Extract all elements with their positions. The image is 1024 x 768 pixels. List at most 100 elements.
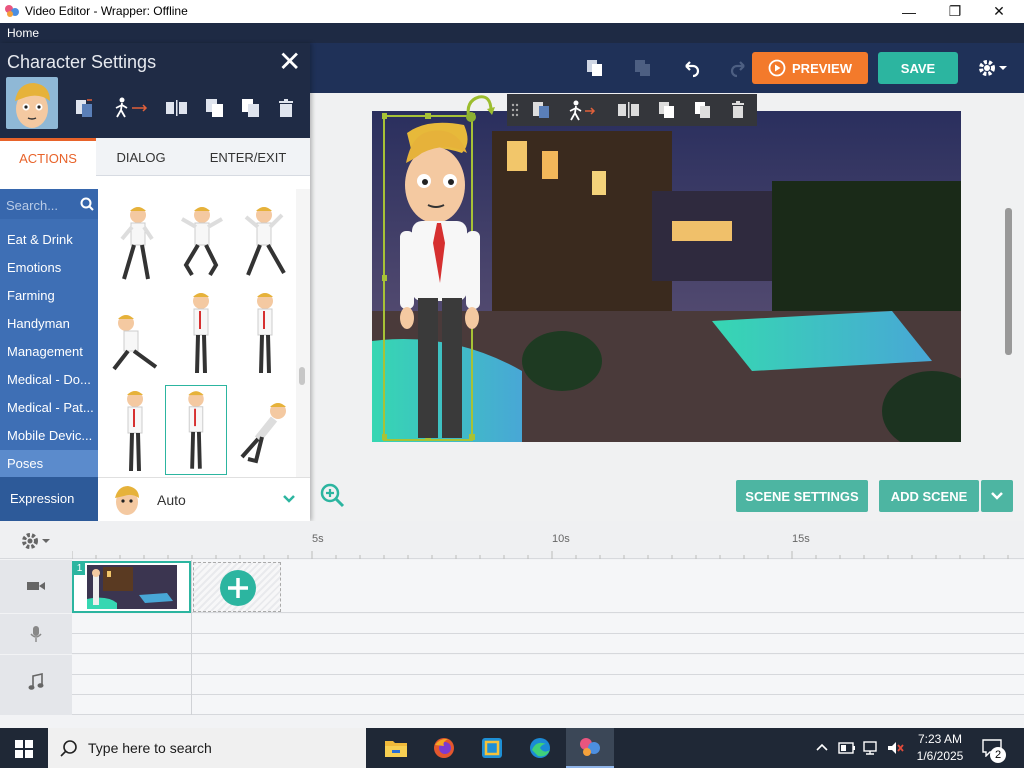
close-panel-button[interactable]: ✕ xyxy=(278,47,301,77)
add-scene-button[interactable]: ADD SCENE xyxy=(879,480,979,512)
timeline: 5s 10s 15s 1 xyxy=(0,521,1024,728)
add-scene-dropdown[interactable] xyxy=(981,480,1013,512)
voice-track-2 xyxy=(72,634,1024,654)
window-titlebar: Video Editor - Wrapper: Offline — ❐ ✕ xyxy=(0,0,1024,23)
tab-dialog[interactable]: DIALOG xyxy=(96,138,186,176)
layer-backward-icon[interactable] xyxy=(693,100,713,120)
selection-toolbar xyxy=(507,94,757,126)
pose-thumbnail[interactable] xyxy=(170,289,232,377)
volume-muted-icon[interactable] xyxy=(886,740,904,756)
layer-forward-icon[interactable] xyxy=(204,97,226,119)
expression-face-icon xyxy=(115,486,139,515)
scene-settings-button[interactable]: SCENE SETTINGS xyxy=(736,480,868,512)
category-item[interactable]: Farming xyxy=(0,282,98,310)
panel-header: Character Settings ✕ xyxy=(0,43,310,138)
character-settings-panel: Character Settings ✕ ACTIONS DIALOG ENTE… xyxy=(0,43,310,521)
notification-badge: 2 xyxy=(990,747,1006,763)
trash-icon[interactable] xyxy=(729,100,747,120)
preview-button[interactable]: PREVIEW xyxy=(752,52,868,84)
video-camera-icon xyxy=(27,582,45,590)
pose-thumbnail[interactable] xyxy=(234,289,296,377)
stage-vertical-scrollbar[interactable] xyxy=(1005,93,1019,521)
character-avatar[interactable] xyxy=(6,77,58,129)
menu-bar: Home xyxy=(0,23,1024,43)
pose-thumbnail[interactable] xyxy=(234,199,296,287)
category-item[interactable]: Management xyxy=(0,338,98,366)
menu-home[interactable]: Home xyxy=(7,26,39,40)
paste-icon[interactable] xyxy=(632,57,654,79)
zoom-in-icon[interactable] xyxy=(320,483,346,509)
scene-thumbnail xyxy=(87,565,177,609)
undo-icon[interactable] xyxy=(680,57,702,79)
panel-title: Character Settings xyxy=(7,52,157,72)
trash-icon[interactable] xyxy=(275,97,297,119)
chevron-down-icon xyxy=(991,492,1003,500)
search-icon xyxy=(60,740,77,757)
redo-icon[interactable] xyxy=(728,57,750,79)
chevron-down-icon[interactable] xyxy=(998,57,1008,79)
flip-icon[interactable] xyxy=(617,100,639,120)
walk-motion-icon[interactable] xyxy=(112,97,152,119)
category-item[interactable]: Eat & Drink xyxy=(0,226,98,254)
layer-backward-icon[interactable] xyxy=(240,97,262,119)
maximize-button[interactable]: ❐ xyxy=(932,0,978,23)
category-item[interactable]: Medical - Do... xyxy=(0,366,98,394)
swap-character-icon[interactable] xyxy=(74,97,96,119)
category-item[interactable]: Handyman xyxy=(0,310,98,338)
tick-label: 5s xyxy=(312,533,324,545)
pose-grid-scrollbar[interactable] xyxy=(296,189,310,477)
character-face-icon xyxy=(15,83,50,128)
scene-clip[interactable]: 1 xyxy=(72,561,191,613)
chevron-up-icon[interactable] xyxy=(816,742,828,752)
rotate-handle-icon[interactable] xyxy=(463,93,495,125)
app-icon-blue[interactable] xyxy=(468,728,516,768)
add-scene-slot[interactable] xyxy=(193,562,281,612)
plus-circle-icon[interactable] xyxy=(219,569,257,607)
layer-forward-icon[interactable] xyxy=(657,100,677,120)
edge-icon[interactable] xyxy=(516,728,564,768)
pose-thumbnail[interactable] xyxy=(170,199,232,287)
category-search-input[interactable]: Search... xyxy=(0,189,98,219)
play-icon xyxy=(768,59,786,77)
swap-character-icon[interactable] xyxy=(531,100,551,120)
flip-icon[interactable] xyxy=(165,97,187,119)
category-item[interactable]: Mobile Devic... xyxy=(0,422,98,450)
minimize-button[interactable]: — xyxy=(886,0,932,23)
windows-start-icon[interactable] xyxy=(15,740,33,758)
save-button[interactable]: SAVE xyxy=(878,52,958,84)
category-item[interactable]: Emotions xyxy=(0,254,98,282)
pose-thumbnail[interactable] xyxy=(234,397,296,477)
category-item-poses[interactable]: Poses xyxy=(0,450,98,478)
walk-motion-icon[interactable] xyxy=(567,100,597,122)
clock-time[interactable]: 7:23 AM xyxy=(910,732,970,746)
music-note-icon xyxy=(28,673,44,690)
copy-icon[interactable] xyxy=(584,57,606,79)
network-icon[interactable] xyxy=(862,740,880,756)
window-title: Video Editor - Wrapper: Offline xyxy=(25,4,188,18)
timeline-ruler[interactable]: 5s 10s 15s xyxy=(0,521,1024,559)
gear-icon[interactable] xyxy=(977,57,999,79)
timeline-settings-icon[interactable] xyxy=(20,531,54,551)
pose-thumbnail-selected[interactable] xyxy=(165,385,227,475)
selected-character[interactable] xyxy=(382,113,502,443)
expression-dropdown[interactable]: Auto xyxy=(98,477,310,521)
category-item[interactable]: Medical - Pat... xyxy=(0,394,98,422)
pose-thumbnail[interactable] xyxy=(104,199,166,287)
clock-date[interactable]: 1/6/2025 xyxy=(910,749,970,763)
pose-thumbnail[interactable] xyxy=(104,387,166,475)
firefox-icon[interactable] xyxy=(420,728,468,768)
music-track-2 xyxy=(72,675,1024,695)
pose-thumbnail[interactable] xyxy=(104,289,166,377)
close-window-button[interactable]: ✕ xyxy=(976,0,1022,23)
video-editor-taskbar-icon[interactable] xyxy=(566,728,614,768)
taskbar-search-box[interactable]: Type here to search xyxy=(48,728,366,768)
voice-track-label xyxy=(0,614,72,654)
battery-icon[interactable] xyxy=(838,740,856,756)
file-explorer-icon[interactable] xyxy=(372,728,420,768)
tab-enter-exit[interactable]: ENTER/EXIT xyxy=(186,138,310,176)
timeline-divider xyxy=(191,560,192,715)
drag-handle-icon[interactable] xyxy=(511,102,519,118)
tab-actions[interactable]: ACTIONS xyxy=(0,138,96,176)
video-track-label xyxy=(0,560,72,613)
search-icon[interactable] xyxy=(80,197,94,211)
